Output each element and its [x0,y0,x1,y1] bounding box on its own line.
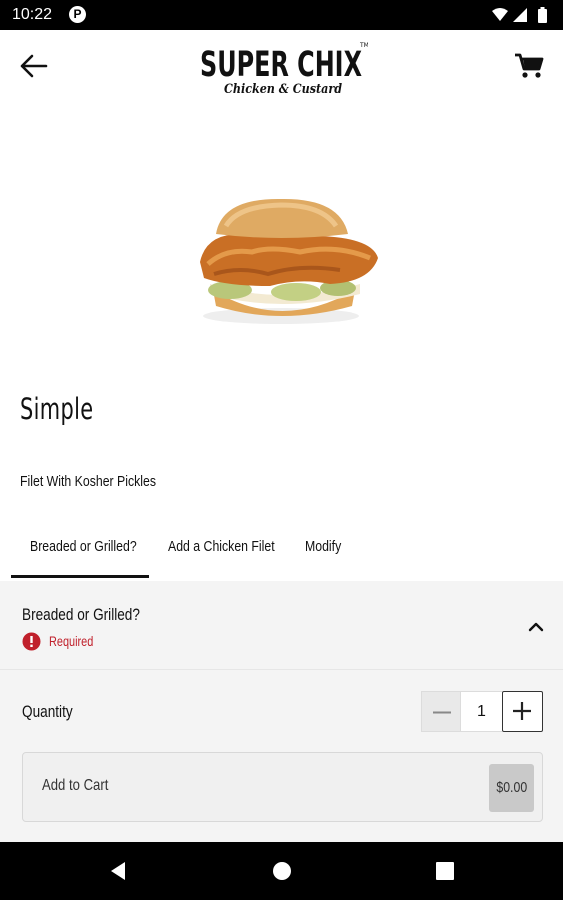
nav-back-icon[interactable] [106,859,130,883]
product-description: Filet With Kosher Pickles [20,473,157,490]
nav-recents-icon[interactable] [433,859,457,883]
tab-label: Modify [305,538,342,555]
active-tab-indicator [11,575,149,578]
required-label: Required [49,633,94,649]
back-button[interactable] [18,50,52,82]
quantity-stepper: 1 [421,691,543,732]
tab-breaded-or-grilled[interactable]: Breaded or Grilled? [30,522,160,579]
tab-label: Breaded or Grilled? [30,538,137,555]
price-badge: $0.00 [489,764,534,812]
status-indicators [491,6,555,29]
brand-logo: SUPER CHIX TM Chicken & Custard [198,36,369,98]
increase-quantity-button[interactable] [502,691,543,732]
decrease-quantity-button[interactable] [421,691,461,732]
add-to-cart-button[interactable]: Add to Cart $0.00 [22,752,543,822]
status-bar: 10:22 P [0,0,563,30]
cart-button[interactable] [512,50,546,82]
logo-subtitle: Chicken & Custard [224,82,342,97]
tab-modify[interactable]: Modify [305,522,349,579]
quantity-label: Quantity [22,702,73,721]
signal-icon [513,8,527,22]
notification-app-icon: P [69,6,86,23]
quantity-value[interactable]: 1 [461,691,502,732]
nav-home-icon[interactable] [270,859,294,883]
wifi-icon [492,8,508,21]
product-image-area [0,102,563,387]
section-title: Breaded or Grilled? [22,605,140,624]
breaded-or-grilled-section-header[interactable]: Breaded or Grilled? Required [0,581,563,670]
product-name: Simple [20,392,94,426]
chevron-up-icon[interactable] [525,616,547,638]
add-to-cart-label: Add to Cart [42,777,109,794]
system-navigation-bar [0,842,563,900]
tab-add-chicken-filet[interactable]: Add a Chicken Filet [168,522,298,579]
minus-icon [433,711,451,714]
required-alert-icon [22,632,41,651]
battery-icon [538,7,547,23]
price-value: $0.00 [496,779,527,796]
tab-label: Add a Chicken Filet [168,538,275,555]
modifier-tabs: Breaded or Grilled? Add a Chicken Filet … [0,522,563,579]
chicken-sandwich-image [200,198,378,324]
plus-icon [513,702,531,720]
cart-icon [515,53,544,78]
status-time: 10:22 [12,6,53,23]
logo-title: SUPER CHIX [200,45,362,85]
order-panel: Quantity 1 Add to Cart $0.00 [0,670,563,842]
back-arrow-icon [20,54,48,78]
app-header: SUPER CHIX TM Chicken & Custard [0,30,563,102]
logo-trademark: TM [359,42,368,49]
